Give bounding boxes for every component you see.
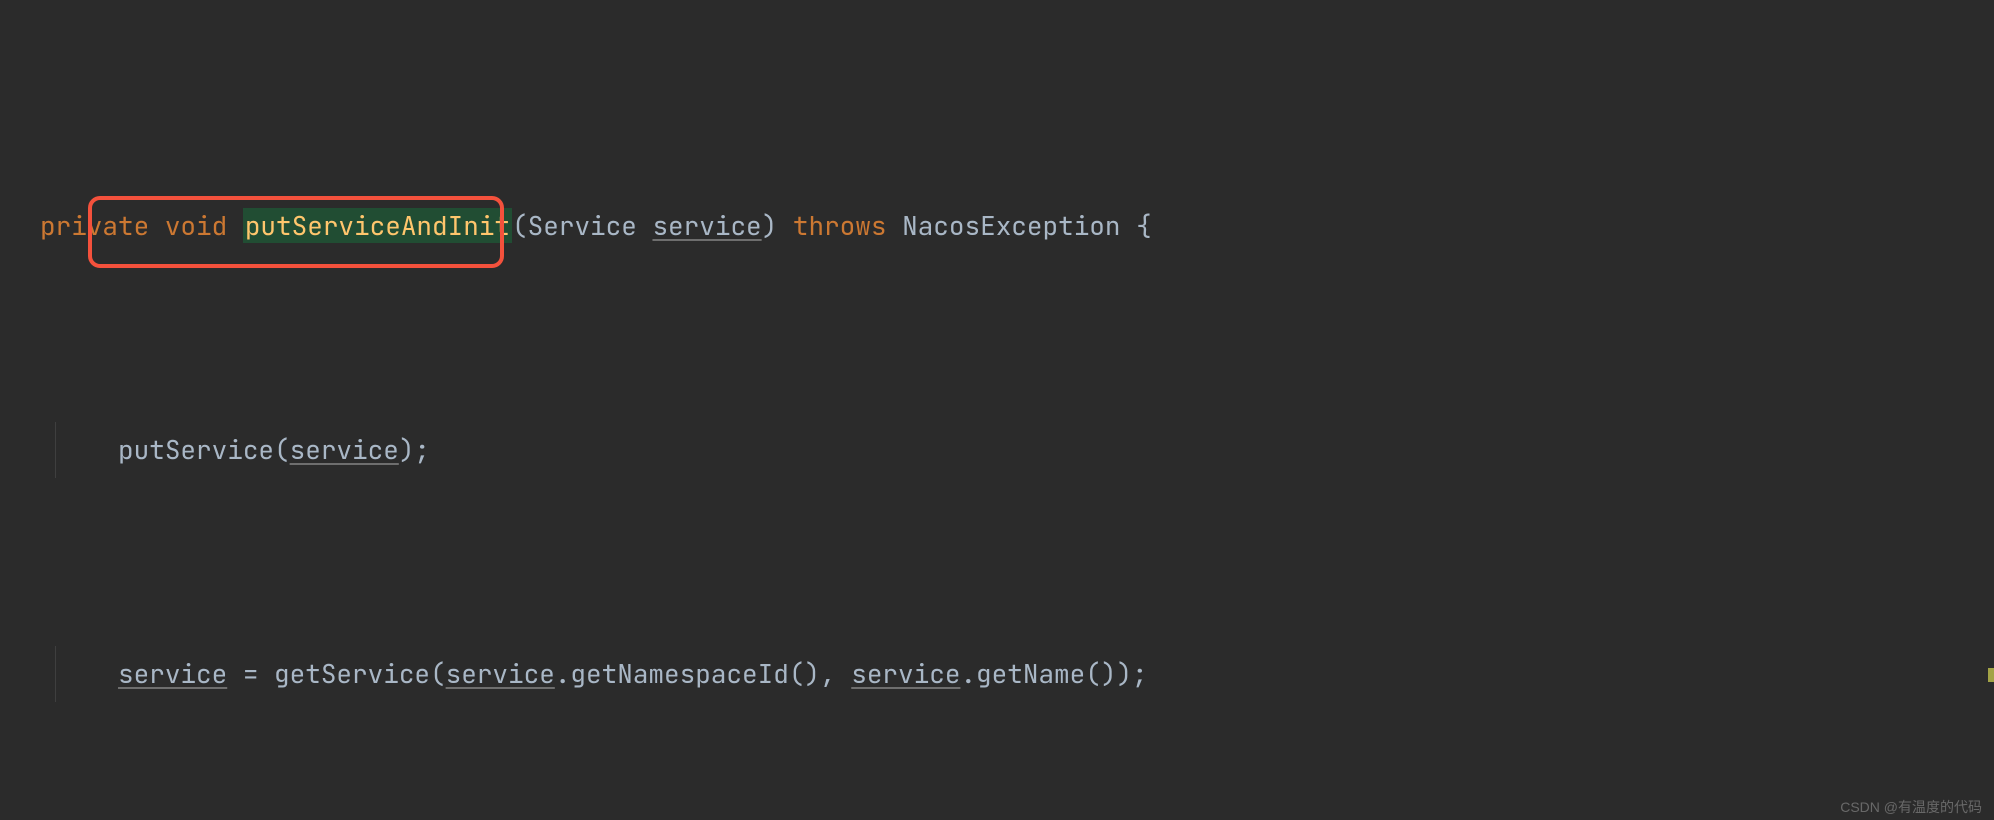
code-editor[interactable]: private void putServiceAndInit(Service s… bbox=[0, 0, 1994, 820]
keyword-throws: throws bbox=[793, 208, 887, 243]
end: ); bbox=[399, 432, 430, 467]
param-name: service bbox=[652, 208, 761, 243]
code-line[interactable]: private void putServiceAndInit(Service s… bbox=[0, 198, 1994, 254]
exception-type: NacosException bbox=[902, 208, 1120, 243]
rparen: ) bbox=[762, 208, 778, 243]
method-name-highlight: putServiceAndInit bbox=[243, 208, 512, 243]
keyword-void: void bbox=[165, 208, 227, 243]
getnsid: .getNamespaceId(), bbox=[555, 656, 851, 691]
arg-service: service bbox=[851, 656, 960, 691]
arg-service: service bbox=[446, 656, 555, 691]
call: putService( bbox=[118, 432, 290, 467]
arg-service: service bbox=[290, 432, 399, 467]
code-line[interactable]: service = getService(service.getNamespac… bbox=[0, 646, 1994, 702]
lbrace: { bbox=[1136, 208, 1152, 243]
keyword-private: private bbox=[40, 208, 149, 243]
gutter-marker bbox=[1988, 668, 1994, 682]
code-line[interactable]: putService(service); bbox=[0, 422, 1994, 478]
eq-getservice: = getService( bbox=[227, 656, 445, 691]
getname: .getName()); bbox=[960, 656, 1147, 691]
lhs: service bbox=[118, 656, 227, 691]
param-type: Service bbox=[528, 208, 637, 243]
lparen: ( bbox=[512, 208, 528, 243]
watermark: CSDN @有温度的代码 bbox=[1840, 800, 1982, 814]
